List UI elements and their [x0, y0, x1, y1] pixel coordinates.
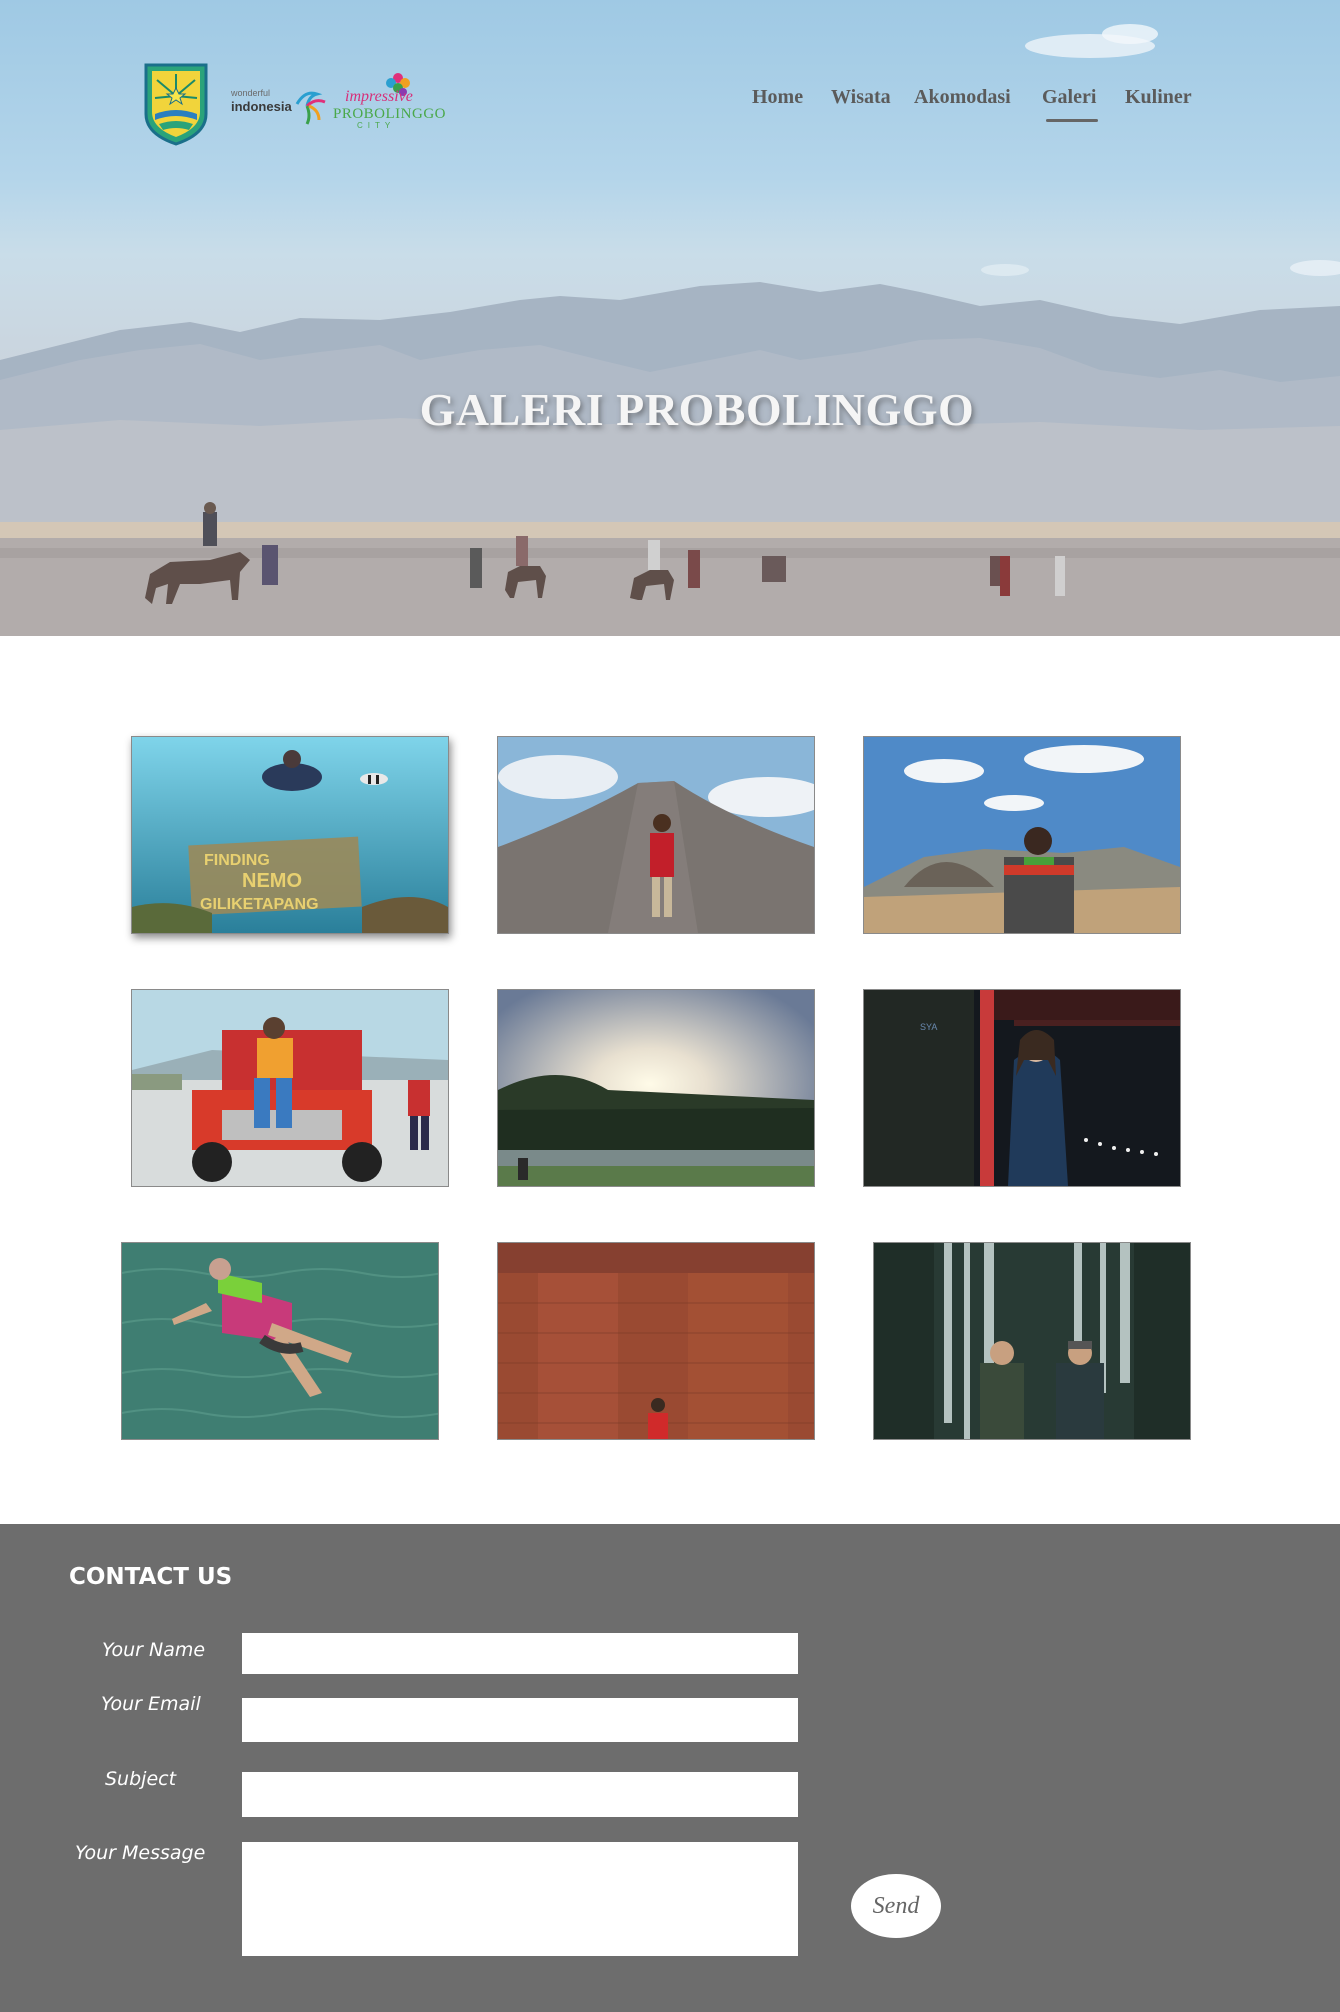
- send-button[interactable]: Send: [851, 1874, 941, 1938]
- svg-text:SYA: SYA: [920, 1022, 937, 1032]
- page-title: GALERI PROBOLINGGO: [419, 383, 975, 435]
- subject-input[interactable]: [242, 1772, 798, 1817]
- subject-label: Subject: [105, 1768, 177, 1790]
- email-input[interactable]: [242, 1698, 798, 1742]
- probolinggo-crest-logo: [144, 63, 208, 146]
- svg-text:NEMO: NEMO: [242, 870, 302, 892]
- gallery-photo-waterfall[interactable]: [873, 1242, 1191, 1440]
- email-label: Your Email: [101, 1693, 201, 1715]
- city-text: CITY: [357, 121, 396, 130]
- name-label: Your Name: [102, 1639, 206, 1661]
- indonesia-text: indonesia: [231, 99, 292, 114]
- impressive-text: impressive: [345, 88, 413, 105]
- svg-text:GILIKETAPANG: GILIKETAPANG: [200, 896, 319, 913]
- wonderful-indonesia-swirl-icon: [295, 91, 326, 125]
- gallery-photo-lake-sunrise[interactable]: [497, 989, 815, 1187]
- nav-galeri[interactable]: Galeri: [1042, 86, 1099, 122]
- gallery-photo-night-portrait[interactable]: SYA: [863, 989, 1181, 1187]
- nav-akomodasi[interactable]: Akomodasi: [914, 86, 1011, 109]
- nav-home[interactable]: Home: [752, 86, 803, 109]
- gallery-photo-underwater[interactable]: FINDING NEMO GILIKETAPANG: [131, 736, 449, 934]
- message-label: Your Message: [75, 1842, 206, 1864]
- gallery-photo-jeep[interactable]: [131, 989, 449, 1187]
- hero-banner: wonderful indonesia impressive PROBOLING…: [0, 0, 1340, 636]
- gallery-photo-bromo-view[interactable]: [863, 736, 1181, 934]
- nav-kuliner[interactable]: Kuliner: [1125, 86, 1192, 109]
- nav-wisata[interactable]: Wisata: [831, 86, 891, 109]
- impressive-probolinggo-logo: impressive PROBOLINGGO CITY: [331, 70, 446, 130]
- contact-title: CONTACT US: [69, 1564, 233, 1590]
- logo-group: wonderful indonesia impressive PROBOLING…: [143, 62, 446, 148]
- gallery-photo-brick-temple[interactable]: [497, 1242, 815, 1440]
- wonderful-indonesia-logo: wonderful indonesia: [231, 86, 329, 136]
- name-input[interactable]: [242, 1633, 798, 1674]
- wonderful-text: wonderful: [231, 88, 271, 98]
- message-textarea[interactable]: [242, 1842, 798, 1956]
- gallery-photo-floating[interactable]: [121, 1242, 439, 1440]
- contact-section: CONTACT US Your Name Your Email Subject …: [0, 1524, 1340, 2012]
- gallery-photo-volcano[interactable]: [497, 736, 815, 934]
- svg-text:FINDING: FINDING: [204, 852, 270, 869]
